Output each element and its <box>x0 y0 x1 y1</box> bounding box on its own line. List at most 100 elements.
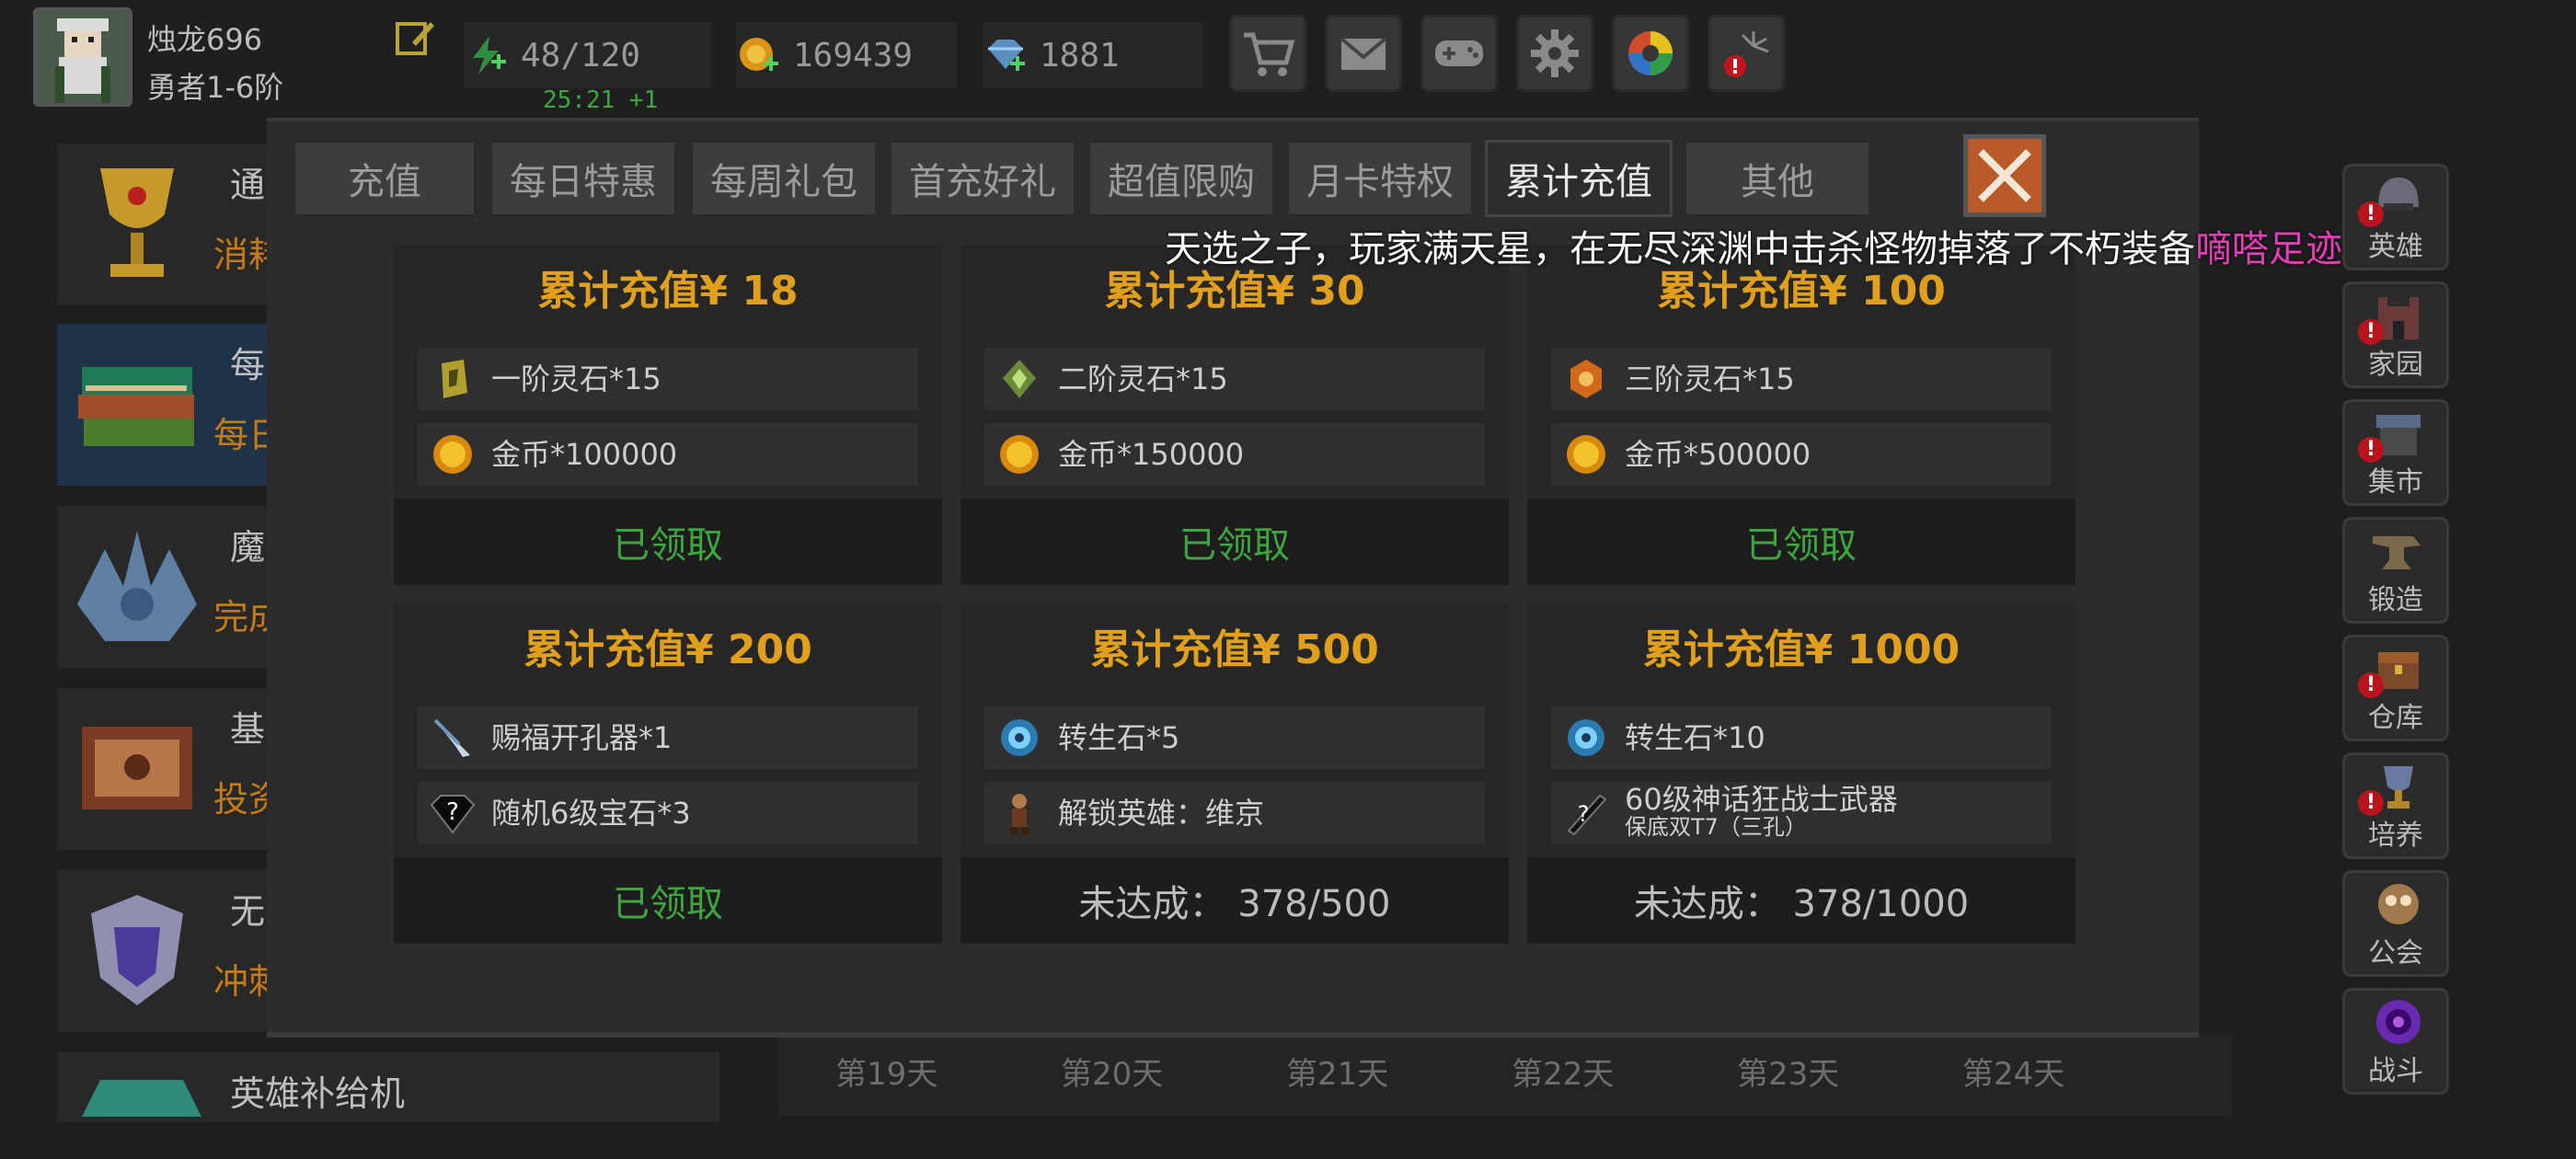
nav-label: 家园 <box>2368 349 2423 381</box>
reward-text: 一阶灵石*15 <box>491 361 661 396</box>
gold-value: 169439 <box>793 36 914 75</box>
tab-weekly-pack[interactable]: 每周礼包 <box>690 140 878 217</box>
card-title: 累计充值¥ 18 <box>537 268 799 315</box>
player-avatar[interactable] <box>33 7 132 107</box>
reward-card: 累计充值¥ 1000 转生石*10 ? 60级神话狂战士武器 保底双T7（三孔） … <box>1527 603 2076 944</box>
mystery-gem-icon: ? <box>425 786 480 841</box>
nav-warehouse[interactable]: ! 仓库 <box>2342 635 2449 741</box>
shop-button[interactable] <box>1229 15 1306 92</box>
goblet-icon <box>68 155 206 293</box>
close-icon <box>1978 149 2031 202</box>
bg-list-item[interactable]: 英雄补给机 <box>57 1052 719 1122</box>
nav-home[interactable]: ! 家园 <box>2342 281 2449 388</box>
nav-train[interactable]: ! 培养 <box>2342 752 2449 859</box>
gem-display: 1881 <box>983 22 1203 88</box>
rune-stone-1-icon <box>425 351 480 407</box>
reward-text: 转生石*5 <box>1058 720 1180 755</box>
tab-cumulative-recharge[interactable]: 累计充值 <box>1485 140 1673 217</box>
card-title: 累计充值¥ 1000 <box>1642 626 1961 673</box>
reward-card: 累计充值¥ 30 二阶灵石*15 金币*150000 已领取 <box>960 245 1509 585</box>
close-button[interactable] <box>1963 134 2046 217</box>
gold-display: 169439 <box>736 22 957 88</box>
nav-guild[interactable]: 公会 <box>2342 870 2449 977</box>
reward-text: 金币*500000 <box>1625 437 1811 472</box>
nav-label: 锻造 <box>2368 584 2423 616</box>
reward-item: 金币*100000 <box>418 423 918 486</box>
celebration-button[interactable] <box>1708 15 1785 92</box>
day-label: 第20天 <box>1061 1056 1164 1093</box>
card-status[interactable]: 已领取 <box>394 857 942 944</box>
svg-text:?: ? <box>1578 801 1590 827</box>
mystery-weapon-icon: ? <box>1558 786 1614 841</box>
reward-text: 三阶灵石*15 <box>1625 361 1795 396</box>
event-button[interactable] <box>1612 15 1689 92</box>
marquee-highlight: 嘀嗒足迹 <box>2195 228 2342 270</box>
reward-text: 金币*150000 <box>1058 437 1245 472</box>
stamina-display: 48/120 <box>464 22 712 88</box>
tab-monthly-card[interactable]: 月卡特权 <box>1286 140 1474 217</box>
mail-button[interactable] <box>1325 15 1402 92</box>
cart-icon <box>1244 32 1295 76</box>
rebirth-stone-icon <box>992 710 1047 765</box>
book-stack-icon <box>68 335 206 473</box>
reward-text: 二阶灵石*15 <box>1058 361 1228 396</box>
nav-battle[interactable]: 战斗 <box>2342 988 2449 1095</box>
reward-text: 随机6级宝石*3 <box>491 796 691 831</box>
reward-item: 赐福开孔器*1 <box>418 706 918 769</box>
gear-icon <box>1531 29 1579 77</box>
tab-recharge[interactable]: 充值 <box>293 140 477 217</box>
reward-item: 金币*500000 <box>1551 423 2052 486</box>
vortex-icon <box>2376 1000 2421 1044</box>
bg-list-title: 英雄补给机 <box>230 1073 406 1114</box>
reward-item: 一阶灵石*15 <box>418 348 918 410</box>
drill-icon <box>425 710 480 765</box>
player-rank: 勇者1-6阶 <box>147 70 284 105</box>
nav-forge[interactable]: 锻造 <box>2342 517 2449 624</box>
tab-limited-offer[interactable]: 超值限购 <box>1087 140 1275 217</box>
card-status: 未达成： 378/1000 <box>1527 857 2076 944</box>
day-label: 第19天 <box>835 1056 938 1093</box>
mail-icon <box>1340 37 1387 70</box>
card-status[interactable]: 已领取 <box>960 499 1509 585</box>
nav-label: 战斗 <box>2368 1055 2423 1087</box>
reward-item: 三阶灵石*15 <box>1551 348 2052 410</box>
reward-main-text: 60级神话狂战士武器 <box>1625 782 1898 817</box>
gold-plus-icon <box>740 38 778 71</box>
tab-first-recharge[interactable]: 首充好礼 <box>889 140 1076 217</box>
gamepad-button[interactable] <box>1420 15 1498 92</box>
nav-label: 培养 <box>2368 820 2423 852</box>
day-label: 第23天 <box>1737 1056 1840 1093</box>
edit-icon[interactable] <box>394 17 436 59</box>
nav-label: 英雄 <box>2368 231 2423 263</box>
reward-text: 解锁英雄：维京 <box>1058 796 1265 831</box>
card-status[interactable]: 已领取 <box>394 499 942 585</box>
gold-coin-icon <box>992 427 1047 482</box>
anvil-icon <box>2373 536 2421 569</box>
tab-daily-deal[interactable]: 每日特惠 <box>489 140 677 217</box>
gamepad-icon <box>1435 40 1483 66</box>
tab-other[interactable]: 其他 <box>1684 140 1871 217</box>
stamina-value: 48/120 <box>521 36 641 75</box>
reward-item: ? 随机6级宝石*3 <box>418 782 918 844</box>
settings-button[interactable] <box>1516 15 1593 92</box>
card-title: 累计充值¥ 500 <box>1090 626 1379 673</box>
nav-label: 集市 <box>2368 466 2423 499</box>
card-title: 累计充值¥ 200 <box>523 626 812 673</box>
gold-coin-icon <box>1558 427 1614 482</box>
reward-item: 转生石*10 <box>1551 706 2052 769</box>
bg-list-title: 每 <box>230 345 266 385</box>
card-status[interactable]: 已领取 <box>1527 499 2076 585</box>
reward-text: 金币*100000 <box>491 437 678 472</box>
nav-hero[interactable]: ! 英雄 <box>2342 164 2449 270</box>
reward-item: ? 60级神话狂战士武器 保底双T7（三孔） <box>1551 782 2052 844</box>
reward-item: 解锁英雄：维京 <box>984 782 1485 844</box>
aperture-icon <box>1628 31 1673 75</box>
player-name: 烛龙696 <box>147 22 263 57</box>
reward-item: 转生石*5 <box>984 706 1485 769</box>
supply-machine-icon <box>68 1061 206 1117</box>
card-status: 未达成： 378/500 <box>960 857 1509 944</box>
nav-market[interactable]: ! 集市 <box>2342 399 2449 506</box>
gold-coin-icon <box>425 427 480 482</box>
nav-label: 公会 <box>2368 937 2423 970</box>
day-label: 第22天 <box>1512 1056 1615 1093</box>
